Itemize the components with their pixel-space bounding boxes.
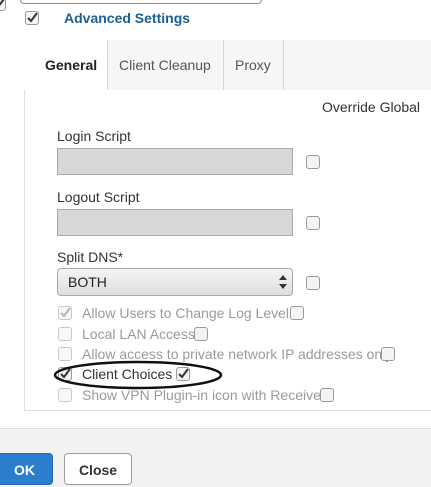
tab-bar: General Client Cleanup Proxy (24, 40, 431, 91)
vpn-plugin-icon-label: Show VPN Plugin-in icon with Receiver (82, 387, 326, 403)
local-lan-label: Local LAN Access (82, 326, 195, 342)
private-ip-checkbox[interactable] (58, 347, 72, 361)
allow-log-levels-label: Allow Users to Change Log Levels (82, 305, 297, 321)
logout-script-override-checkbox[interactable] (306, 216, 320, 230)
vpn-plugin-icon-override-checkbox[interactable] (320, 388, 334, 402)
close-button[interactable]: Close (64, 453, 132, 485)
tab-proxy[interactable]: Proxy (224, 40, 284, 90)
split-dns-value: BOTH (68, 274, 107, 290)
login-script-label: Login Script (57, 128, 131, 144)
split-dns-override-checkbox[interactable] (306, 276, 320, 290)
tab-client-cleanup[interactable]: Client Cleanup (108, 40, 224, 90)
local-lan-override-checkbox[interactable] (194, 327, 208, 341)
vpn-plugin-icon-checkbox[interactable] (58, 388, 72, 402)
advanced-settings-checkbox[interactable] (25, 11, 39, 25)
logout-script-label: Logout Script (57, 189, 140, 205)
override-global-header: Override Global (322, 99, 421, 115)
ok-button[interactable]: OK (0, 453, 53, 485)
select-arrows-icon (279, 273, 287, 294)
allow-log-levels-override-checkbox[interactable] (290, 306, 304, 320)
split-dns-label: Split DNS* (57, 249, 124, 265)
tab-general[interactable]: General (24, 40, 108, 90)
login-script-field[interactable] (57, 148, 293, 175)
advanced-settings-label[interactable]: Advanced Settings (64, 10, 190, 26)
top-input-field[interactable] (20, 0, 262, 4)
highlight-ellipse (53, 360, 223, 390)
local-lan-checkbox[interactable] (58, 327, 72, 341)
logout-script-field[interactable] (57, 209, 293, 236)
private-ip-override-checkbox[interactable] (381, 347, 395, 361)
parent-setting-checkbox[interactable] (0, 0, 6, 11)
login-script-override-checkbox[interactable] (306, 155, 320, 169)
allow-log-levels-checkbox[interactable] (58, 306, 72, 320)
split-dns-select[interactable]: BOTH (57, 268, 293, 296)
